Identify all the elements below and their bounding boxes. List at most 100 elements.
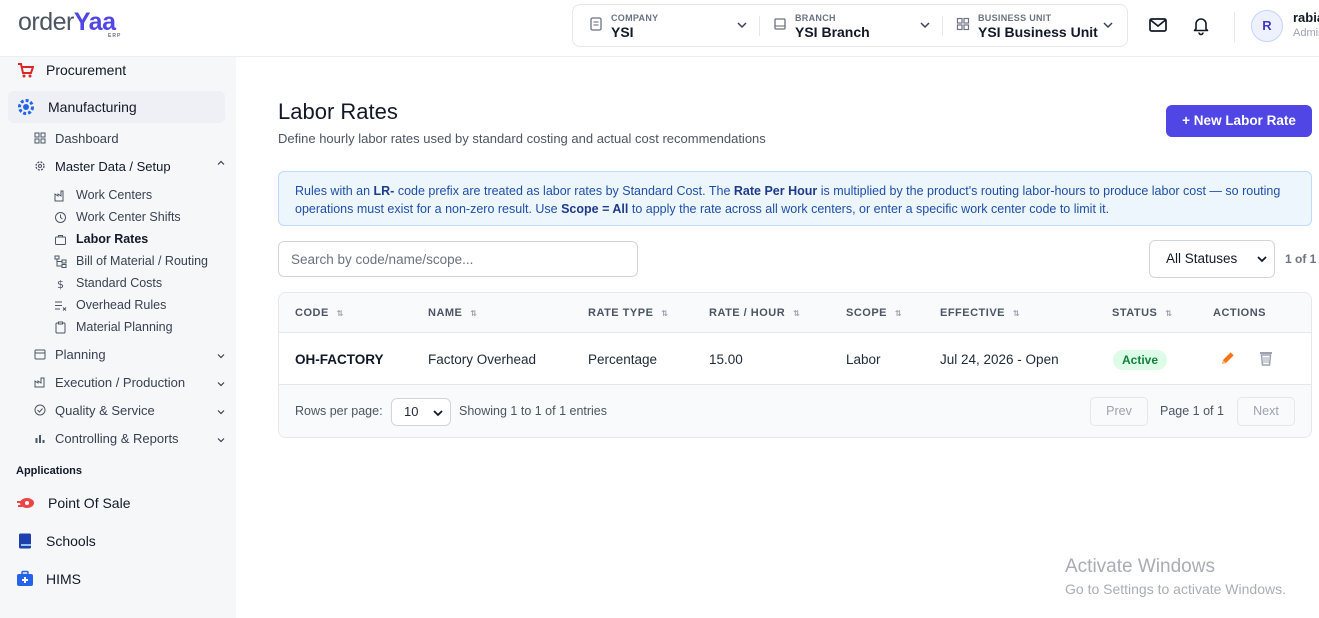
check-circle-icon — [34, 404, 46, 416]
rows-per-page-select[interactable]: 10 — [391, 398, 451, 426]
sort-icon: ⇅ — [336, 308, 344, 318]
calendar-icon — [34, 349, 46, 360]
sidebar-label-manufacturing: Manufacturing — [48, 99, 137, 115]
sidebar-label-quality: Quality & Service — [55, 402, 155, 418]
sidebar-label-master-data: Master Data / Setup — [55, 158, 171, 174]
factory-icon — [34, 377, 45, 388]
branch-label: BRANCH — [795, 13, 836, 23]
mail-icon[interactable] — [1147, 14, 1169, 36]
chevron-down-icon — [217, 410, 225, 415]
sidebar-item-labor-rates[interactable]: Labor Rates — [54, 230, 148, 248]
column-header-effective[interactable]: EFFECTIVE ⇅ — [940, 307, 1020, 319]
settings-icon — [35, 161, 45, 171]
sidebar-label-execution: Execution / Production — [55, 374, 186, 390]
rows-per-page-value: 10 — [404, 404, 419, 419]
sidebar-item-work-center-shifts[interactable]: Work Center Shifts — [54, 208, 181, 226]
sidebar-label: Overhead Rules — [76, 298, 167, 312]
sidebar-item-standard-costs[interactable]: $ Standard Costs — [54, 274, 162, 292]
app-logo[interactable]: orderYaa — [18, 8, 116, 37]
user-name[interactable]: rabia — [1293, 10, 1319, 25]
dollar-icon: $ — [57, 278, 64, 290]
sidebar-label: Bill of Material / Routing — [76, 254, 209, 268]
sidebar-label: Labor Rates — [76, 232, 149, 246]
sidebar-item-hims[interactable]: HIMS — [16, 566, 81, 592]
top-header: orderYaa ERP COMPANY YSI BRANCH YSI Bran… — [0, 0, 1319, 57]
sidebar-item-execution[interactable]: Execution / Production — [34, 372, 225, 392]
info-banner: Rules with an LR- code prefix are treate… — [278, 171, 1312, 226]
chevron-down-icon — [217, 438, 225, 443]
bar-chart-icon — [35, 435, 45, 443]
column-header-rate-type[interactable]: RATE TYPE ⇅ — [588, 307, 669, 319]
new-labor-rate-button[interactable]: + New Labor Rate — [1166, 105, 1312, 137]
prev-button[interactable]: Prev — [1090, 397, 1148, 426]
sidebar-item-master-data[interactable]: Master Data / Setup — [34, 156, 225, 176]
sort-icon: ⇅ — [661, 308, 669, 318]
sidebar-item-bom-routing[interactable]: Bill of Material / Routing — [54, 252, 208, 270]
cell-name: Factory Overhead — [428, 352, 537, 367]
pos-icon — [17, 498, 34, 508]
chevron-up-icon — [217, 160, 225, 165]
cart-icon — [18, 63, 34, 78]
sidebar-label-schools: Schools — [46, 533, 96, 549]
page-count: 1 of 1 — [1285, 252, 1317, 266]
column-header-rate-hour[interactable]: RATE / HOUR ⇅ — [709, 307, 800, 319]
next-button[interactable]: Next — [1237, 397, 1295, 426]
clipboard-icon — [55, 321, 66, 333]
sidebar-label-pos: Point Of Sale — [48, 495, 131, 511]
sidebar-label-controlling: Controlling & Reports — [55, 430, 179, 446]
briefcase-icon — [55, 234, 66, 245]
avatar[interactable]: R — [1251, 10, 1283, 42]
trash-icon[interactable] — [1256, 348, 1276, 368]
sidebar-item-dashboard[interactable]: Dashboard — [34, 128, 119, 148]
sidebar-item-overhead-rules[interactable]: Overhead Rules — [54, 296, 166, 314]
cell-rate-hour: 15.00 — [709, 352, 743, 367]
column-header-code[interactable]: CODE ⇅ — [295, 307, 344, 319]
context-selector: COMPANY YSI BRANCH YSI Branch BUSINESS U… — [572, 4, 1128, 47]
bell-icon[interactable] — [1190, 14, 1212, 36]
document-icon — [590, 17, 602, 31]
sort-icon: ⇅ — [1013, 308, 1021, 318]
company-label: COMPANY — [611, 13, 659, 23]
branch-selector[interactable]: BRANCH YSI Branch — [773, 5, 943, 46]
status-filter-select[interactable]: All Statuses — [1149, 240, 1275, 278]
windows-activation-subtitle: Go to Settings to activate Windows. — [1065, 581, 1286, 597]
business-unit-selector[interactable]: BUSINESS UNIT YSI Business Unit — [956, 5, 1116, 46]
table-row[interactable]: OH-FACTORY Factory Overhead Percentage 1… — [279, 333, 1311, 385]
sidebar-item-planning[interactable]: Planning — [34, 344, 225, 364]
sidebar-item-quality[interactable]: Quality & Service — [34, 400, 225, 420]
business-unit-value: YSI Business Unit — [978, 24, 1098, 40]
cell-code: OH-FACTORY — [295, 352, 384, 367]
sidebar-label-hims: HIMS — [46, 571, 81, 587]
sidebar-label: Material Planning — [76, 320, 173, 334]
sidebar-item-manufacturing[interactable]: Manufacturing — [8, 91, 225, 123]
business-unit-label: BUSINESS UNIT — [978, 13, 1052, 23]
search-input[interactable] — [278, 241, 638, 277]
sidebar-item-work-centers[interactable]: Work Centers — [54, 186, 152, 204]
windows-activation-title: Activate Windows — [1065, 556, 1215, 577]
branch-value: YSI Branch — [795, 24, 870, 40]
chevron-down-icon — [1103, 22, 1113, 29]
chevron-down-icon — [1257, 256, 1267, 263]
sidebar-item-material-planning[interactable]: Material Planning — [54, 318, 173, 336]
user-role: Admin — [1293, 27, 1319, 39]
sidebar-label-procurement: Procurement — [46, 62, 127, 78]
column-header-status[interactable]: STATUS ⇅ — [1112, 307, 1173, 319]
labor-rates-table: CODE ⇅ NAME ⇅ RATE TYPE ⇅ RATE / HOUR ⇅ SCOP… — [278, 292, 1312, 438]
sidebar-item-controlling[interactable]: Controlling & Reports — [34, 428, 225, 448]
edit-icon[interactable] — [1218, 348, 1238, 368]
sidebar-label: Work Center Shifts — [76, 210, 181, 224]
sidebar-item-schools[interactable]: Schools — [16, 528, 96, 554]
sidebar-item-procurement[interactable]: Procurement — [16, 57, 126, 83]
sidebar-item-point-of-sale[interactable]: Point Of Sale — [16, 490, 131, 516]
column-header-scope[interactable]: SCOPE ⇅ — [846, 307, 902, 319]
logo-subtitle: ERP — [108, 33, 122, 39]
sidebar-label: Standard Costs — [76, 276, 163, 290]
sort-icon: ⇅ — [470, 308, 478, 318]
rows-per-page-label: Rows per page: — [295, 404, 383, 418]
column-header-name[interactable]: NAME ⇅ — [428, 307, 478, 319]
company-selector[interactable]: COMPANY YSI — [589, 5, 759, 46]
chevron-down-icon — [217, 354, 225, 359]
rules-icon — [55, 301, 67, 311]
status-filter-value: All Statuses — [1166, 251, 1238, 266]
chevron-down-icon — [920, 22, 930, 29]
